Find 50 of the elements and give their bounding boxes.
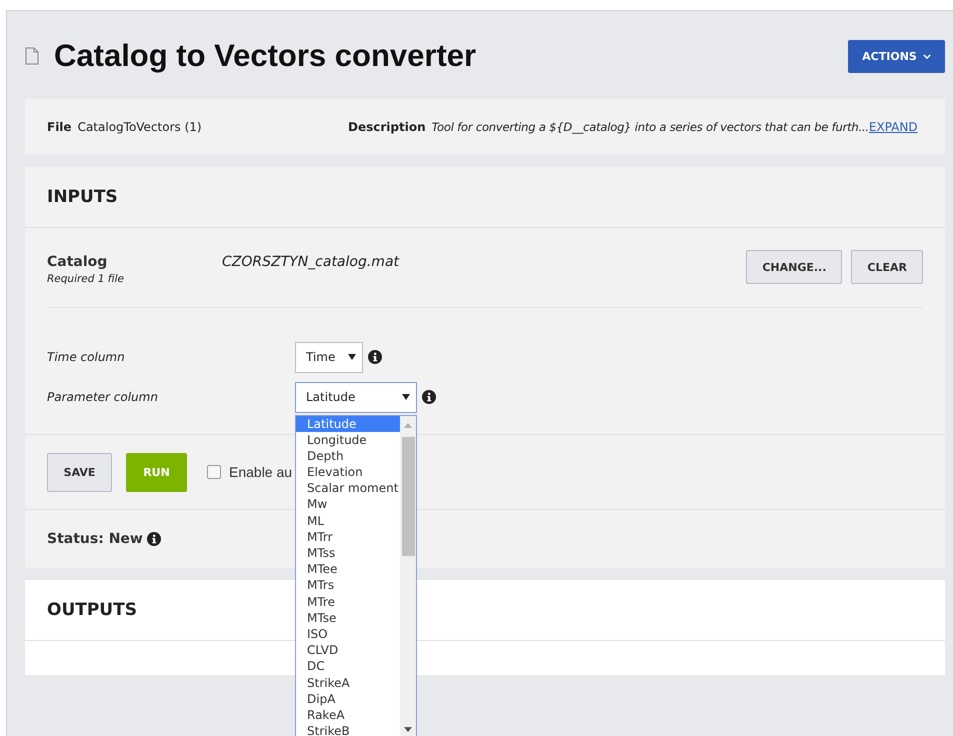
file-name: CatalogToVectors (1): [78, 120, 202, 134]
dropdown-option[interactable]: DipA: [296, 690, 400, 707]
dropdown-option[interactable]: MTre: [296, 594, 400, 610]
checkbox[interactable]: [207, 465, 221, 479]
description-text: Tool for converting a ${D__catalog} into a series of vectors that can be furth...: [432, 120, 869, 134]
select-field[interactable]: Time: [295, 342, 363, 372]
dropdown-option[interactable]: MTrr: [296, 528, 400, 545]
caret-icon: [922, 54, 931, 58]
dropdown-arrow-icon: [348, 354, 356, 360]
field-label: Parameter column: [47, 390, 159, 404]
dropdown-option[interactable]: CLVD: [296, 642, 400, 658]
dropdown-option[interactable]: Mw: [296, 496, 400, 513]
checkbox-label: Enable au: [229, 464, 292, 480]
save-button[interactable]: SAVE: [47, 452, 112, 492]
dropdown-option[interactable]: DC: [296, 658, 400, 674]
dropdown-option[interactable]: RakeA: [296, 706, 400, 724]
select-field[interactable]: Latitude: [295, 382, 417, 412]
info-icon[interactable]: [422, 390, 436, 404]
field-label: Catalog: [47, 254, 108, 270]
dropdown-arrow-icon: [402, 394, 410, 400]
dropdown-option[interactable]: Latitude: [296, 416, 400, 432]
clear-button[interactable]: CLEAR: [851, 250, 923, 284]
status-text: Status: New: [47, 531, 143, 547]
dropdown-option[interactable]: StrikeB: [296, 723, 400, 736]
dropdown-option[interactable]: MTss: [296, 545, 400, 562]
scrollbar[interactable]: [400, 416, 416, 736]
dropdown-option[interactable]: Depth: [296, 448, 400, 464]
requirement-text: Required 1 file: [47, 273, 125, 285]
dropdown-option[interactable]: MTse: [296, 610, 400, 626]
description-label: Description: [348, 120, 426, 134]
field-label: Time column: [47, 350, 126, 364]
expand-link[interactable]: EXPAND: [868, 120, 918, 134]
actions-button[interactable]: ACTIONS: [848, 40, 945, 72]
document-icon: [25, 47, 39, 65]
dropdown-option[interactable]: ISO: [296, 626, 400, 642]
file-label: File: [47, 120, 72, 134]
dropdown-option[interactable]: MTrs: [296, 577, 400, 594]
dropdown-option[interactable]: StrikeA: [296, 674, 400, 691]
dropdown-option[interactable]: MTee: [296, 561, 400, 578]
info-icon[interactable]: [146, 532, 161, 546]
section-heading: INPUTS: [47, 187, 118, 207]
dropdown-option[interactable]: Longitude: [296, 432, 400, 448]
change-button[interactable]: CHANGE...: [746, 250, 842, 284]
section-heading: OUTPUTS: [47, 600, 137, 620]
info-icon[interactable]: [368, 350, 382, 364]
dropdown-option[interactable]: Elevation: [296, 464, 400, 480]
page-title: Catalog to Vectors converter: [54, 38, 478, 74]
dropdown-option[interactable]: Scalar moment: [296, 480, 400, 496]
dropdown-option[interactable]: ML: [296, 512, 400, 529]
file-name: CZORSZTYN_catalog.mat: [222, 254, 400, 272]
